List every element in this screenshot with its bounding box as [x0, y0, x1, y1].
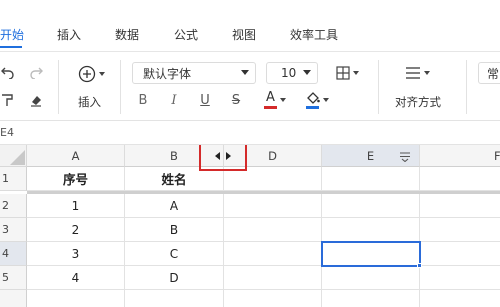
cell-f4[interactable]	[420, 242, 500, 266]
number-format-select[interactable]: 常	[478, 62, 500, 84]
chevron-down-icon	[322, 98, 329, 102]
cell-b6[interactable]	[125, 290, 224, 307]
alignment-label: 对齐方式	[395, 95, 441, 109]
name-box[interactable]: E4	[0, 126, 14, 139]
align-lines-icon	[405, 67, 420, 79]
cell-a4[interactable]: 3	[27, 242, 125, 266]
chevron-down-icon	[352, 71, 359, 75]
ribbon-tab-bar: 开始 插入 数据 公式 视图 效率工具	[0, 0, 500, 52]
fill-color-swatch	[306, 105, 319, 109]
bold-button[interactable]: B	[135, 92, 151, 108]
chevron-down-icon	[303, 70, 311, 75]
underline-button[interactable]: U	[197, 92, 213, 108]
border-grid-icon	[335, 66, 350, 80]
spreadsheet-grid: A B D E F 1 2 3 4 5 序号 姓名 1 A 2 B 3 C 4 …	[0, 145, 500, 307]
number-format-value: 常	[487, 66, 500, 81]
cell-e5[interactable]	[322, 266, 420, 290]
column-header-e[interactable]: E	[322, 145, 420, 167]
tab-insert[interactable]: 插入	[57, 26, 81, 43]
cell-b3[interactable]: B	[125, 218, 224, 242]
insert-dropdown[interactable]	[74, 64, 108, 84]
font-size-value: 10	[281, 66, 297, 80]
font-color-letter: A	[266, 90, 275, 105]
cell-e3[interactable]	[322, 218, 420, 242]
font-family-select[interactable]: 默认字体	[132, 62, 256, 84]
alignment-dropdown[interactable]	[400, 64, 434, 82]
clear-format-icon[interactable]	[28, 92, 44, 108]
cell-a2[interactable]: 1	[27, 194, 125, 218]
row-header-6[interactable]	[0, 290, 27, 307]
fill-handle[interactable]	[417, 263, 422, 268]
column-filter-icon[interactable]	[399, 151, 411, 165]
row-header-1[interactable]: 1	[0, 167, 27, 191]
cell-a1[interactable]: 序号	[27, 167, 125, 191]
row-header-3[interactable]: 3	[0, 218, 27, 242]
cell-f6[interactable]	[420, 290, 500, 307]
borders-dropdown[interactable]	[330, 64, 364, 82]
active-cell-border	[321, 241, 421, 267]
cell-f1[interactable]	[420, 167, 500, 191]
add-circle-icon	[78, 65, 95, 83]
cell-a5[interactable]: 4	[27, 266, 125, 290]
tab-formula[interactable]: 公式	[174, 26, 198, 43]
select-all-corner[interactable]	[0, 145, 27, 167]
font-family-value: 默认字体	[143, 66, 192, 81]
ribbon-separator	[58, 60, 59, 114]
cell-f5[interactable]	[420, 266, 500, 290]
tab-view[interactable]: 视图	[232, 26, 256, 43]
format-painter-icon[interactable]	[0, 92, 14, 108]
cell-d3[interactable]	[224, 218, 322, 242]
ribbon-separator	[378, 60, 379, 114]
cell-d4[interactable]	[224, 242, 322, 266]
cell-d5[interactable]	[224, 266, 322, 290]
cell-f3[interactable]	[420, 218, 500, 242]
cell-a6[interactable]	[27, 290, 125, 307]
strikethrough-button[interactable]: S	[228, 92, 244, 108]
cell-a3[interactable]: 2	[27, 218, 125, 242]
chevron-down-icon	[423, 71, 430, 75]
cell-e6[interactable]	[322, 290, 420, 307]
chevron-down-icon	[241, 70, 249, 75]
row-header-2[interactable]: 2	[0, 194, 27, 218]
active-tab-indicator	[0, 46, 22, 48]
cell-e2[interactable]	[322, 194, 420, 218]
chevron-down-icon	[98, 72, 105, 76]
column-header-e-label: E	[366, 148, 375, 163]
font-color-dropdown[interactable]: A	[258, 90, 292, 110]
redo-icon[interactable]	[28, 64, 44, 80]
cell-b5[interactable]: D	[125, 266, 224, 290]
tab-efficiency-tools[interactable]: 效率工具	[290, 26, 338, 43]
font-color-swatch	[264, 106, 277, 109]
fill-color-dropdown[interactable]	[300, 90, 334, 110]
row-header-4[interactable]: 4	[0, 242, 27, 266]
undo-icon[interactable]	[0, 64, 16, 80]
column-header-a[interactable]: A	[27, 145, 125, 167]
ribbon-separator	[466, 60, 467, 114]
ribbon-toolbar: 插入 默认字体 10 B I U S A 对齐方式 常	[0, 52, 500, 121]
paint-bucket-icon	[306, 91, 320, 104]
cell-f2[interactable]	[420, 194, 500, 218]
tab-home[interactable]: 开始	[0, 26, 24, 43]
column-header-f[interactable]: F	[420, 145, 500, 167]
cell-e1[interactable]	[322, 167, 420, 191]
italic-button[interactable]: I	[166, 92, 182, 108]
insert-label: 插入	[78, 95, 101, 109]
chevron-down-icon	[280, 98, 286, 102]
cell-b2[interactable]: A	[125, 194, 224, 218]
font-size-select[interactable]: 10	[266, 62, 318, 84]
cell-d2[interactable]	[224, 194, 322, 218]
ribbon-separator	[120, 60, 121, 114]
unhide-column-arrows-icon[interactable]	[211, 149, 235, 163]
column-header-f-label: F	[494, 148, 500, 163]
cell-d6[interactable]	[224, 290, 322, 307]
tab-data[interactable]: 数据	[115, 26, 139, 43]
cell-b4[interactable]: C	[125, 242, 224, 266]
row-header-5[interactable]: 5	[0, 266, 27, 290]
formula-bar: E4	[0, 121, 500, 145]
